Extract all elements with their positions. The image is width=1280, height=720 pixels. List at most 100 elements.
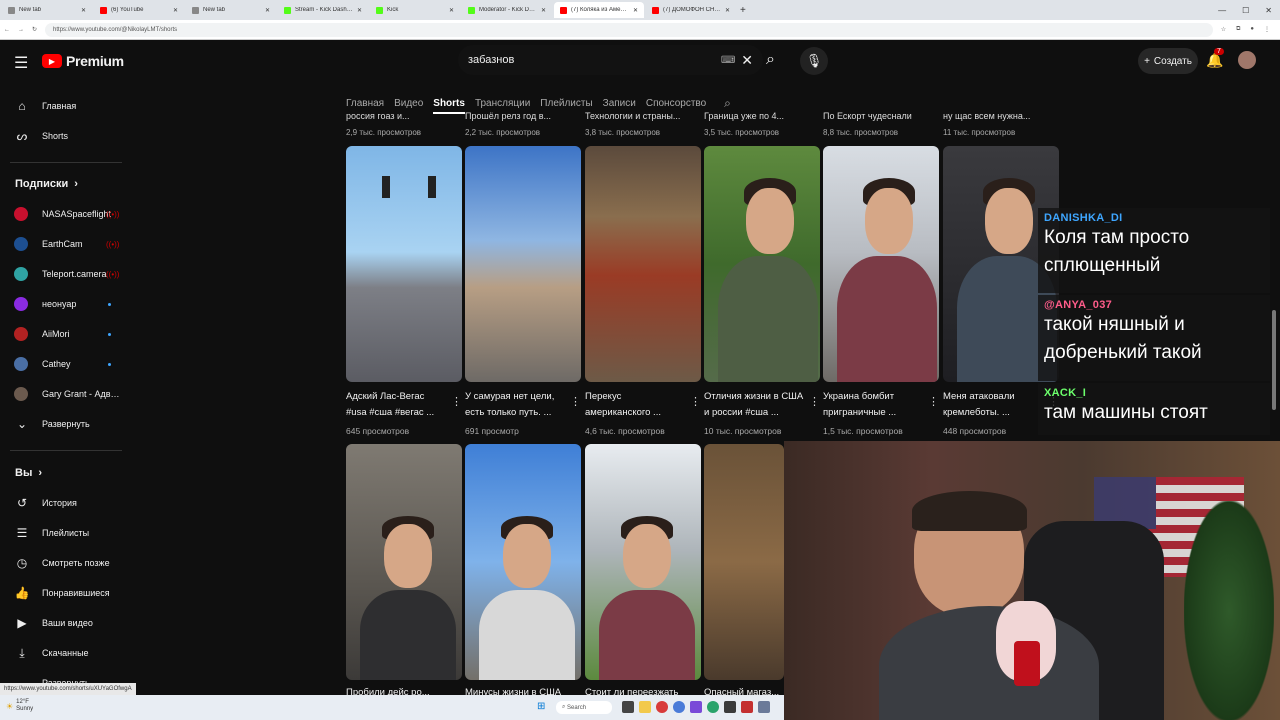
tab-close-icon[interactable]: ✕ xyxy=(81,7,86,14)
tab-0[interactable]: Главная xyxy=(346,98,384,109)
you-heading[interactable]: Вы › xyxy=(15,467,42,479)
create-button[interactable]: + Создать xyxy=(1138,48,1198,74)
short-title-line1[interactable]: Перекус xyxy=(585,390,689,403)
short-title-line1[interactable]: Меня атаковали xyxy=(943,390,1047,403)
short-title-line2[interactable]: и россии #сша ... xyxy=(704,406,808,419)
short-thumbnail[interactable] xyxy=(465,444,581,680)
short-title-line2[interactable]: кремлеботы. ... xyxy=(943,406,1047,419)
tab-3[interactable]: Трансляции xyxy=(475,98,530,109)
short-title-line2[interactable]: американского ... xyxy=(585,406,689,419)
sidebar-item[interactable]: ↺ История xyxy=(0,488,132,518)
url-field[interactable]: https://www.youtube.com/@NikolayLMT/shor… xyxy=(45,22,1213,37)
weather-widget[interactable]: ☀ 12°F Sunny xyxy=(6,699,33,713)
edge-icon[interactable] xyxy=(707,701,719,713)
short-thumbnail[interactable] xyxy=(704,146,820,382)
tab-5[interactable]: Записи xyxy=(603,98,636,109)
keyboard-icon[interactable]: ⌨ xyxy=(721,55,735,66)
sidebar-item[interactable]: ⤓ Скачанные xyxy=(0,638,132,668)
short-title-line2[interactable]: есть только путь. ... xyxy=(465,406,569,419)
short-thumbnail[interactable] xyxy=(823,146,939,382)
short-title-line1[interactable]: Адский Лас-Вегас xyxy=(346,390,450,403)
menu-icon[interactable]: ⋮ xyxy=(1264,26,1270,33)
sidebar-item[interactable]: ᔕ Shorts xyxy=(0,121,132,151)
clear-search-icon[interactable]: ✕ xyxy=(741,52,753,69)
more-options-icon[interactable]: ⋮ xyxy=(809,395,820,408)
browser-tab[interactable]: Moderator - Kick Dashboard ✕ xyxy=(462,2,552,18)
app-icon[interactable] xyxy=(690,701,702,713)
short-thumbnail[interactable] xyxy=(585,146,701,382)
close-window-icon[interactable]: ✕ xyxy=(1265,6,1272,15)
youtube-logo[interactable]: ▶ Premium xyxy=(42,53,124,69)
browser-icon[interactable] xyxy=(673,701,685,713)
sidebar-item[interactable]: 👍 Понравившиеся xyxy=(0,578,132,608)
new-tab-button[interactable]: + xyxy=(740,5,746,16)
short-thumbnail[interactable] xyxy=(465,146,581,382)
short-title[interactable]: Прошёл релз год в... xyxy=(465,111,551,121)
tab-close-icon[interactable]: ✕ xyxy=(725,7,730,14)
tab-4[interactable]: Плейлисты xyxy=(540,98,592,109)
short-title[interactable]: ну щас всем нужна... xyxy=(943,111,1030,121)
tab-close-icon[interactable]: ✕ xyxy=(173,7,178,14)
short-title-line1[interactable]: Пробили дейс ро... xyxy=(346,686,450,695)
tab-close-icon[interactable]: ✕ xyxy=(449,7,454,14)
back-icon[interactable]: ← xyxy=(4,27,10,33)
short-title-line1[interactable]: Минусы жизни в США xyxy=(465,686,569,695)
browser-tab[interactable]: (7) ДОМОФОН СНОВА НЕ ПУСК... ✕ xyxy=(646,2,736,18)
sidebar-subscription-item[interactable]: EarthCam ((•)) xyxy=(0,229,132,259)
tab-1[interactable]: Видео xyxy=(394,98,423,109)
short-title-line2[interactable]: приграничные ... xyxy=(823,406,927,419)
bookmark-icon[interactable]: ☆ xyxy=(1221,26,1226,33)
notifications-bell-icon[interactable]: 🔔 7 xyxy=(1206,48,1224,69)
browser-tab[interactable]: New tab ✕ xyxy=(186,2,276,18)
file-explorer-icon[interactable] xyxy=(639,701,651,713)
short-title[interactable]: Граница уже по 4... xyxy=(704,111,784,121)
sidebar-subscription-item[interactable]: Gary Grant - Адвок... xyxy=(0,379,132,409)
search-input[interactable]: забазнов ⌨ ✕ xyxy=(458,45,763,75)
reload-icon[interactable]: ↻ xyxy=(32,26,37,33)
profile-icon[interactable]: ● xyxy=(1250,26,1254,33)
short-thumbnail[interactable] xyxy=(346,444,462,680)
short-title-line1[interactable]: У самурая нет цели, xyxy=(465,390,569,403)
sidebar-subscription-item[interactable]: Teleport.camera ((•)) xyxy=(0,259,132,289)
more-options-icon[interactable]: ⋮ xyxy=(451,395,462,408)
sidebar-subscription-item[interactable]: Cathey xyxy=(0,349,132,379)
tab-close-icon[interactable]: ✕ xyxy=(541,7,546,14)
browser-tab[interactable]: (7) Коляка из Америки - YouTube ✕ xyxy=(554,2,644,18)
browser-tab[interactable]: (6) YouTube ✕ xyxy=(94,2,184,18)
chrome-icon[interactable] xyxy=(656,701,668,713)
short-title[interactable]: россия гоаз и... xyxy=(346,111,410,121)
tab-6[interactable]: Спонсорство xyxy=(646,98,706,109)
obs-icon[interactable] xyxy=(724,701,736,713)
browser-tab[interactable]: Stream - Kick Dashboard ✕ xyxy=(278,2,368,18)
sidebar-item[interactable]: ⌂ Главная xyxy=(0,91,132,121)
menu-hamburger-icon[interactable]: ☰ xyxy=(14,53,28,73)
short-title-line1[interactable]: Украина бомбит xyxy=(823,390,927,403)
avatar[interactable] xyxy=(1238,51,1256,69)
short-title[interactable]: Технологии и страны... xyxy=(585,111,680,121)
task-view-icon[interactable] xyxy=(622,701,634,713)
short-title-line2[interactable]: #usa #сша #вегас ... xyxy=(346,406,450,419)
settings-icon[interactable] xyxy=(758,701,770,713)
sidebar-item[interactable]: ☰ Плейлисты xyxy=(0,518,132,548)
sidebar-item[interactable]: ◷ Смотреть позже xyxy=(0,548,132,578)
more-options-icon[interactable]: ⋮ xyxy=(690,395,701,408)
subscriptions-heading[interactable]: Подписки › xyxy=(15,178,78,190)
short-thumbnail[interactable] xyxy=(704,444,784,680)
more-options-icon[interactable]: ⋮ xyxy=(570,395,581,408)
short-title[interactable]: По Ескорт чудеснали xyxy=(823,111,912,121)
short-title-line1[interactable]: Отличия жизни в США xyxy=(704,390,808,403)
app2-icon[interactable] xyxy=(741,701,753,713)
extensions-icon[interactable]: ⧉ xyxy=(1236,26,1240,33)
sidebar-item[interactable]: ⌄ Развернуть xyxy=(0,409,132,439)
browser-tab[interactable]: Kick ✕ xyxy=(370,2,460,18)
tab-close-icon[interactable]: ✕ xyxy=(357,7,362,14)
tab-close-icon[interactable]: ✕ xyxy=(633,7,638,14)
tab-2[interactable]: Shorts xyxy=(433,98,465,114)
minimize-icon[interactable]: — xyxy=(1218,6,1226,15)
sidebar-subscription-item[interactable]: NASASpaceflight ((•)) xyxy=(0,199,132,229)
short-title-line1[interactable]: Стоит ли переезжать в... xyxy=(585,686,689,695)
browser-tab[interactable]: New tab ✕ xyxy=(2,2,92,18)
forward-icon[interactable]: → xyxy=(18,27,24,33)
short-thumbnail[interactable] xyxy=(585,444,701,680)
sidebar-subscription-item[interactable]: неонуар xyxy=(0,289,132,319)
